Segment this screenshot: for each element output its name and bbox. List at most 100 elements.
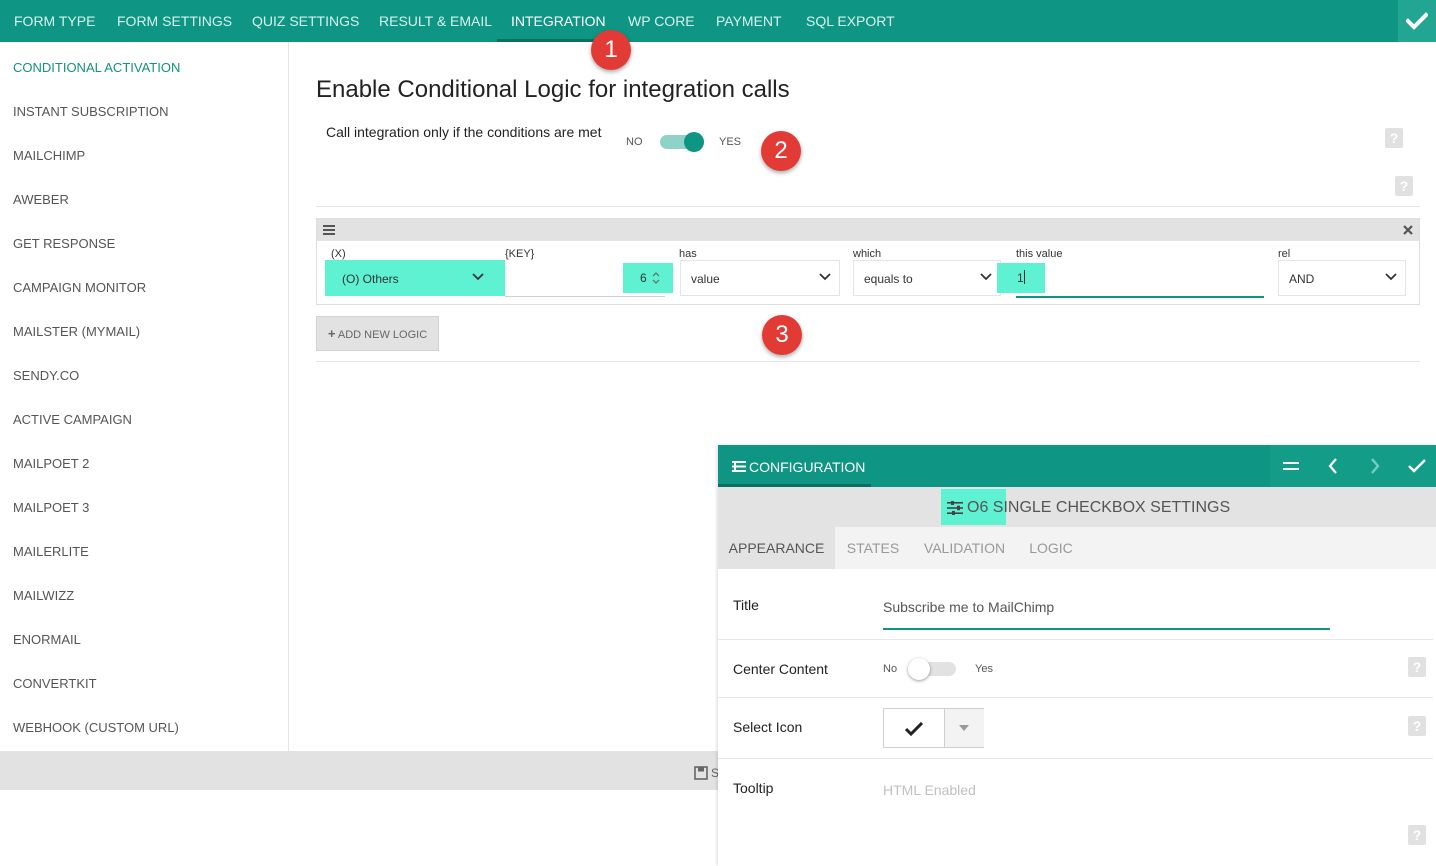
divider [718,758,1433,759]
which-select-value: equals to [864,272,913,286]
close-icon[interactable] [1403,225,1413,235]
chevron-down-icon [1385,273,1397,281]
sidebar-item-instant-subscription[interactable]: INSTANT SUBSCRIPTION [13,104,169,119]
sliders-icon [947,501,963,515]
configuration-panel: CONFIGURATION O6 SINGLE CHECKBOX SETTING… [718,445,1436,866]
divider [718,697,1433,698]
divider [316,361,1420,362]
tab-result-email[interactable]: RESULT & EMAIL [379,0,492,42]
configuration-tabs: APPEARANCE STATES VALIDATION LOGIC [718,527,1436,569]
add-new-logic-label: ADD NEW LOGIC [337,329,428,341]
check-icon [905,722,923,736]
tab-form-settings[interactable]: FORM SETTINGS [117,0,232,42]
check-icon [1406,12,1428,30]
confirm-button[interactable] [1396,445,1436,487]
help-icon[interactable]: ? [1408,657,1426,677]
center-no-label: No [883,663,898,675]
element-settings-title: O6 SINGLE CHECKBOX SETTINGS [967,499,1231,516]
tab-logic[interactable]: LOGIC [1018,527,1084,569]
tab-quiz-settings[interactable]: QUIZ SETTINGS [252,0,359,42]
field-select[interactable]: (O) Others [325,260,505,296]
help-icon[interactable]: ? [1408,716,1426,736]
this-value-text: 1 [1017,271,1024,285]
key-number-value: 6 [640,271,647,285]
tab-sql-export[interactable]: SQL EXPORT [806,0,895,42]
tooltip-placeholder: HTML Enabled [883,782,976,798]
tab-payment[interactable]: PAYMENT [716,0,782,42]
tab-wp-core[interactable]: WP CORE [628,0,695,42]
tab-form-type[interactable]: FORM TYPE [14,0,95,42]
has-select-value: value [691,272,720,286]
this-value-label: this value [1016,248,1063,260]
next-button[interactable] [1354,445,1396,487]
chevron-down-icon [472,273,484,281]
sidebar-item-get-response[interactable]: GET RESPONSE [13,236,115,251]
divider [718,639,1433,640]
caret-down-icon [959,725,969,731]
logic-row-header [317,219,1419,241]
field-select-value: (O) Others [342,272,399,286]
add-new-logic-button[interactable]: + ADD NEW LOGIC [316,316,439,351]
drag-handle-icon[interactable] [323,225,335,235]
minimize-button[interactable] [1270,445,1312,487]
sidebar-item-webhook[interactable]: WEBHOOK (CUSTOM URL) [13,720,179,735]
list-settings-icon [732,461,746,472]
help-icon[interactable]: ? [1408,825,1426,845]
sidebar-item-mailchimp[interactable]: MAILCHIMP [13,148,85,163]
call-integration-label: Call integration only if the conditions … [326,124,602,140]
sidebar-item-mailpoet-2[interactable]: MAILPOET 2 [13,456,89,471]
which-select[interactable]: equals to [853,260,1001,296]
toggle-no-label: NO [626,136,643,148]
sidebar-item-mailwizz[interactable]: MAILWIZZ [13,588,74,603]
key-number-stepper[interactable]: 6 [623,263,673,293]
rel-label: rel [1278,248,1291,260]
has-select[interactable]: value [680,260,840,296]
text-cursor [1024,270,1025,284]
title-input[interactable]: Subscribe me to MailChimp [883,590,1330,630]
sidebar-item-convertkit[interactable]: CONVERTKIT [13,676,97,691]
sidebar-item-conditional-activation[interactable]: CONDITIONAL ACTIVATION [13,60,180,75]
save-close-button[interactable] [1398,0,1436,42]
equals-icon [1283,462,1299,470]
sidebar-item-mailerlite[interactable]: MAILERLITE [13,544,89,559]
chevron-right-icon [1371,458,1380,474]
sidebar-item-enormail[interactable]: ENORMAIL [13,632,81,647]
floppy-icon [694,766,708,780]
toggle-knob [684,132,704,152]
center-content-label: Center Content [733,661,828,677]
icon-picker[interactable] [883,708,984,748]
configuration-title: CONFIGURATION [749,459,866,475]
plus-icon: + [327,326,336,341]
chevron-down-icon [819,273,831,281]
previous-button[interactable] [1312,445,1354,487]
center-content-toggle[interactable] [908,657,958,681]
this-value-input[interactable] [1016,260,1264,298]
x-label: (X) [331,248,346,260]
help-icon[interactable]: ? [1385,128,1403,148]
rel-select[interactable]: AND [1278,260,1406,296]
center-yes-label: Yes [975,663,993,675]
tab-validation[interactable]: VALIDATION [911,527,1018,569]
sidebar-item-aweber[interactable]: AWEBER [13,192,69,207]
sidebar-item-mailpoet-3[interactable]: MAILPOET 3 [13,500,89,515]
chevron-left-icon [1328,458,1337,474]
tooltip-input[interactable]: HTML Enabled [883,775,1330,805]
tab-appearance[interactable]: APPEARANCE [718,527,835,569]
this-value-highlight: 1 [997,263,1045,293]
chevron-down-icon [980,273,992,281]
tab-integration[interactable]: INTEGRATION [511,0,606,42]
icon-picker-dropdown[interactable] [944,709,984,747]
tab-states[interactable]: STATES [835,527,911,569]
title-input-value: Subscribe me to MailChimp [883,599,1055,615]
sidebar-item-sendy[interactable]: SENDY.CO [13,368,79,383]
toggle-yes-label: YES [719,136,742,148]
sidebar-item-active-campaign[interactable]: ACTIVE CAMPAIGN [13,412,132,427]
conditional-toggle[interactable] [657,130,709,154]
sidebar-item-mailster[interactable]: MAILSTER (MYMAIL) [13,324,140,339]
help-icon[interactable]: ? [1395,176,1413,196]
which-label: which [853,248,882,260]
rel-select-value: AND [1289,272,1315,286]
step-badge: 3 [762,315,802,355]
tooltip-label: Tooltip [733,780,774,796]
sidebar-item-campaign-monitor[interactable]: CAMPAIGN MONITOR [13,280,146,295]
